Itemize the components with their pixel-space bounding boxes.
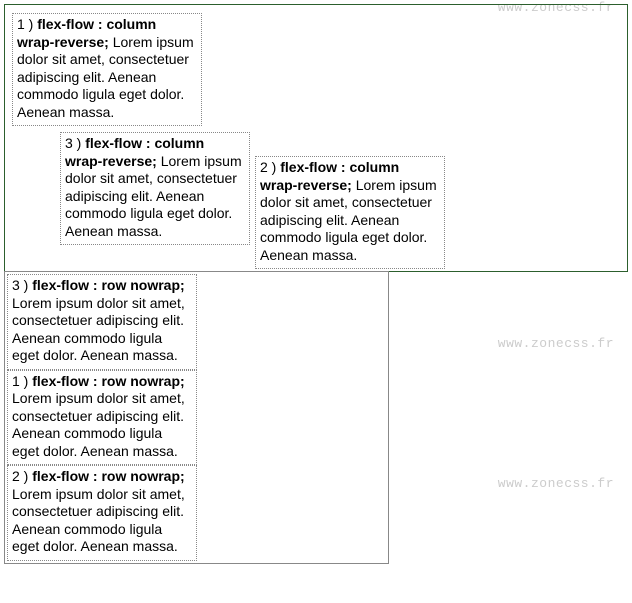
item-body: Lorem ipsum dolor sit amet, consectetuer… xyxy=(12,295,185,364)
item-property: flex-flow : row nowrap; xyxy=(32,468,184,484)
flex-item: 1 ) flex-flow : row nowrap; Lorem ipsum … xyxy=(7,370,197,466)
item-body: Lorem ipsum dolor sit amet, consectetuer… xyxy=(12,486,185,555)
item-number: 1 ) xyxy=(12,373,32,389)
item-number: 3 ) xyxy=(12,277,32,293)
item-number: 1 ) xyxy=(17,16,37,32)
item-property: flex-flow : row nowrap; xyxy=(32,373,184,389)
flex-item: 2 ) flex-flow : row nowrap; Lorem ipsum … xyxy=(7,465,197,561)
item-property: flex-flow : row nowrap; xyxy=(32,277,184,293)
item-body: Lorem ipsum dolor sit amet, consectetuer… xyxy=(12,390,185,459)
flex-container-row-nowrap: 3 ) flex-flow : row nowrap; Lorem ipsum … xyxy=(4,271,389,564)
item-number: 3 ) xyxy=(65,135,85,151)
flex-item: 1 ) flex-flow : column wrap-reverse; Lor… xyxy=(12,13,202,126)
flex-item: 2 ) flex-flow : column wrap-reverse; Lor… xyxy=(255,156,445,269)
flex-item: 3 ) flex-flow : row nowrap; Lorem ipsum … xyxy=(7,274,197,370)
watermark: www.zonecss.fr xyxy=(498,476,614,491)
flex-container-column-wrap-reverse: 3 ) flex-flow : column wrap-reverse; Lor… xyxy=(4,4,628,272)
item-number: 2 ) xyxy=(260,159,280,175)
item-number: 2 ) xyxy=(12,468,32,484)
flex-item: 3 ) flex-flow : column wrap-reverse; Lor… xyxy=(60,132,250,245)
watermark: www.zonecss.fr xyxy=(498,336,614,351)
